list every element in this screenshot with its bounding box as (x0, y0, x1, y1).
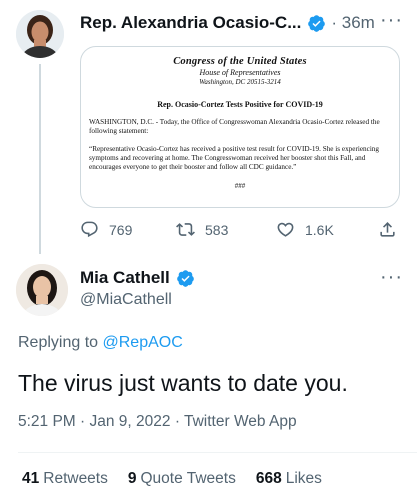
parent-author-name[interactable]: Rep. Alexandria Ocasio-C... (80, 13, 301, 33)
likes-count: 668 (255, 470, 282, 487)
doc-paragraph-2: “Representative Ocasio-Cortez has receiv… (89, 145, 379, 171)
press-release-image[interactable]: Congress of the United States House of R… (80, 46, 400, 208)
retweets-stat[interactable]: 41 Retweets (22, 470, 108, 488)
reply-count: 769 (109, 221, 133, 238)
retweet-button[interactable]: 583 (176, 220, 228, 239)
retweet-icon (176, 223, 195, 236)
avatar-mia-cathell[interactable] (16, 264, 68, 316)
retweet-count: 583 (205, 221, 229, 238)
replying-to-link[interactable]: @RepAOC (103, 334, 183, 351)
replying-to-line: Replying to @RepAOC (18, 334, 183, 352)
doc-title: Rep. Ocasio-Cortez Tests Positive for CO… (157, 100, 323, 109)
thread-line (39, 64, 41, 254)
tweet-text: The virus just wants to date you. (18, 370, 348, 396)
likes-label: Likes (285, 470, 322, 487)
verified-badge-icon (176, 269, 194, 287)
heart-icon (277, 222, 294, 237)
main-author-name-row: Mia Cathell (80, 268, 195, 288)
tweet-stats: 41 Retweets 9 Quote Tweets 668 Likes (22, 470, 342, 488)
parent-timestamp[interactable]: · 36m (331, 13, 374, 33)
parent-tweet-header: Rep. Alexandria Ocasio-C... · 36m (80, 12, 400, 34)
share-icon (380, 222, 395, 237)
quotes-label: Quote Tweets (140, 470, 236, 487)
verified-badge-icon (308, 14, 326, 32)
parent-action-bar: 769 583 1.6K (80, 220, 400, 242)
replying-prefix: Replying to (18, 334, 99, 351)
quotes-count: 9 (127, 470, 137, 487)
doc-house-heading: House of Representatives (199, 68, 281, 77)
avatar-aoc[interactable] (16, 10, 64, 58)
like-count: 1.6K (305, 221, 334, 238)
quote-tweets-stat[interactable]: 9 Quote Tweets (128, 470, 236, 488)
like-button[interactable]: 1.6K (276, 220, 334, 239)
tweet-meta[interactable]: 5:21 PM · Jan 9, 2022 · Twitter Web App (18, 413, 297, 431)
main-more-button[interactable]: ··· (380, 266, 403, 289)
main-author-handle[interactable]: @MiaCathell (80, 291, 172, 309)
main-author-name[interactable]: Mia Cathell (80, 268, 170, 288)
retweets-count: 41 (22, 470, 40, 487)
reply-button[interactable]: 769 (80, 220, 132, 239)
divider (18, 452, 417, 453)
doc-address: Washington, DC 20515-3214 (199, 78, 281, 86)
doc-end-mark: ### (234, 182, 246, 190)
doc-congress-heading: Congress of the United States (173, 56, 307, 67)
retweets-label: Retweets (43, 470, 108, 487)
share-button[interactable] (378, 220, 407, 239)
reply-icon (81, 221, 98, 238)
likes-stat[interactable]: 668 Likes (256, 470, 322, 488)
doc-paragraph-1: WASHINGTON, D.C. - Today, the Office of … (89, 118, 380, 135)
parent-more-button[interactable]: ··· (380, 9, 403, 32)
